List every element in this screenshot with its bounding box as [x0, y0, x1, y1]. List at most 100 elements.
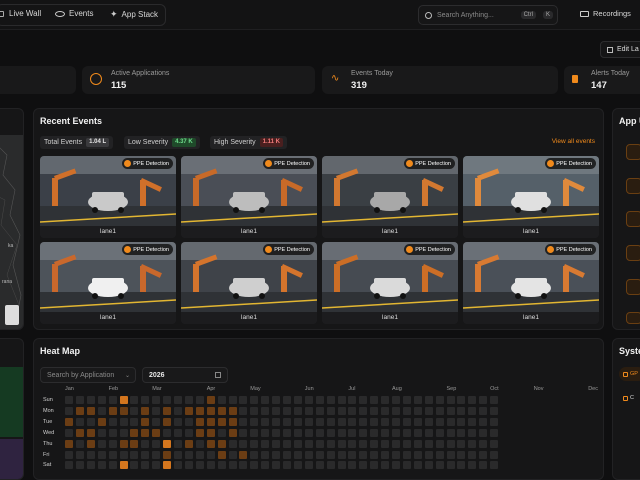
heatmap-cell[interactable] [174, 428, 182, 437]
heatmap-cell[interactable] [413, 396, 422, 404]
heatmap-cell[interactable] [392, 396, 400, 404]
heatmap-cell[interactable] [457, 406, 466, 415]
heatmap-cell[interactable] [206, 417, 215, 426]
heatmap-cell[interactable] [370, 439, 379, 448]
heatmap-cell[interactable] [304, 417, 313, 426]
heatmap-cell[interactable] [65, 417, 73, 426]
heatmap-cell[interactable] [424, 450, 433, 459]
heatmap-cell[interactable] [304, 396, 313, 404]
heatmap-cell[interactable] [424, 439, 433, 448]
heatmap-cell[interactable] [424, 461, 433, 470]
heatmap-cell[interactable] [119, 439, 128, 448]
system-item-gpu[interactable]: GP [619, 367, 640, 381]
heatmap-cell[interactable] [152, 428, 161, 437]
heatmap-cell[interactable] [206, 461, 215, 470]
heatmap-cell[interactable] [479, 428, 488, 437]
heatmap-cell[interactable] [97, 450, 106, 459]
heatmap-cell[interactable] [468, 417, 477, 426]
heatmap-cell[interactable] [75, 417, 84, 426]
heatmap-cell[interactable] [326, 406, 335, 415]
heatmap-cell[interactable] [348, 406, 357, 415]
heatmap-cell[interactable] [468, 439, 477, 448]
heatmap-cell[interactable] [490, 461, 499, 470]
heatmap-cell[interactable] [337, 396, 346, 404]
heatmap-cell[interactable] [239, 439, 248, 448]
heatmap-cell[interactable] [392, 428, 400, 437]
heatmap-cell[interactable] [75, 406, 84, 415]
heatmap-cell[interactable] [195, 428, 204, 437]
heatmap-cell[interactable] [370, 396, 379, 404]
heatmap-cell[interactable] [326, 461, 335, 470]
heatmap-cell[interactable] [435, 406, 444, 415]
heatmap-cell[interactable] [402, 396, 411, 404]
heatmap-cell[interactable] [174, 396, 182, 404]
app-icon[interactable] [626, 245, 640, 261]
heatmap-cell[interactable] [413, 406, 422, 415]
heatmap-cell[interactable] [348, 428, 357, 437]
heatmap-cell[interactable] [326, 396, 335, 404]
heatmap-cell[interactable] [413, 417, 422, 426]
heatmap-cell[interactable] [413, 439, 422, 448]
heatmap-cell[interactable] [348, 450, 357, 459]
event-card[interactable]: PPE Detection lane1 [463, 242, 599, 324]
heatmap-cell[interactable] [370, 450, 379, 459]
heatmap-cell[interactable] [435, 439, 444, 448]
event-card[interactable]: PPE Detection lane1 [322, 156, 458, 238]
heatmap-cell[interactable] [304, 428, 313, 437]
heatmap-cell[interactable] [228, 417, 237, 426]
heatmap-cell[interactable] [152, 439, 161, 448]
heatmap-cell[interactable] [217, 450, 226, 459]
heatmap-cell[interactable] [174, 461, 182, 470]
heatmap-cell[interactable] [163, 461, 172, 470]
heatmap-cell[interactable] [479, 417, 488, 426]
heatmap-cell[interactable] [174, 450, 182, 459]
heatmap-cell[interactable] [413, 450, 422, 459]
heatmap-cell[interactable] [141, 450, 150, 459]
heatmap-cell[interactable] [86, 439, 95, 448]
heatmap-cell[interactable] [468, 396, 477, 404]
heatmap-cell[interactable] [446, 461, 455, 470]
heatmap-cell[interactable] [435, 428, 444, 437]
heatmap-cell[interactable] [65, 450, 73, 459]
heatmap-cell[interactable] [446, 417, 455, 426]
heatmap-cell[interactable] [174, 417, 182, 426]
heatmap-cell[interactable] [392, 461, 400, 470]
heatmap-cell[interactable] [86, 417, 95, 426]
heatmap-cell[interactable] [141, 461, 150, 470]
heatmap-cell[interactable] [130, 396, 139, 404]
heatmap-cell[interactable] [272, 439, 281, 448]
heatmap-cell[interactable] [163, 406, 172, 415]
heatmap-cell[interactable] [217, 439, 226, 448]
event-card[interactable]: PPE Detection lane1 [181, 156, 317, 238]
heatmap-cell[interactable] [75, 428, 84, 437]
heatmap-cell[interactable] [163, 396, 172, 404]
heatmap-cell[interactable] [250, 406, 259, 415]
heatmap-cell[interactable] [293, 439, 302, 448]
heatmap-cell[interactable] [293, 450, 302, 459]
heatmap-cell[interactable] [435, 461, 444, 470]
heatmap-cell[interactable] [381, 450, 390, 459]
heatmap-cell[interactable] [370, 406, 379, 415]
heatmap-cell[interactable] [108, 406, 117, 415]
heatmap-cell[interactable] [217, 428, 226, 437]
heatmap-cell[interactable] [479, 396, 488, 404]
heatmap-cell[interactable] [359, 406, 368, 415]
heatmap-cell[interactable] [195, 406, 204, 415]
heatmap-cell[interactable] [392, 417, 400, 426]
heatmap-cell[interactable] [75, 450, 84, 459]
nav-events[interactable]: Events [55, 9, 93, 18]
heatmap-cell[interactable] [490, 417, 499, 426]
heatmap-cell[interactable] [272, 417, 281, 426]
heatmap-cell[interactable] [75, 461, 84, 470]
heatmap-cell[interactable] [370, 461, 379, 470]
heatmap-cell[interactable] [315, 396, 324, 404]
heatmap-cell[interactable] [228, 461, 237, 470]
heatmap-cell[interactable] [195, 417, 204, 426]
heatmap-cell[interactable] [152, 396, 161, 404]
app-icon[interactable] [626, 144, 640, 160]
heatmap-cell[interactable] [75, 439, 84, 448]
heatmap-cell[interactable] [326, 428, 335, 437]
heatmap-cell[interactable] [283, 428, 291, 437]
event-card[interactable]: PPE Detection lane1 [463, 156, 599, 238]
heatmap-cell[interactable] [75, 396, 84, 404]
